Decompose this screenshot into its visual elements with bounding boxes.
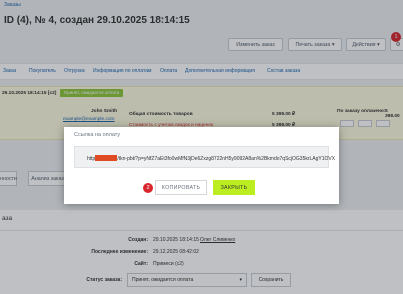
dialog-title: Ссылка на оплату [74, 132, 121, 138]
copy-button[interactable]: КОПИРОВАТЬ [155, 180, 207, 195]
close-button[interactable]: ЗАКРЫТЬ [213, 180, 255, 195]
payment-link-dialog: Ссылка на оплату http/tkn-pbt/?p=yNfZ7aE… [64, 127, 339, 204]
step-badge-2: 2 [143, 183, 153, 193]
payment-url-field[interactable]: http/tkn-pbt/?p=yNfZ7aEt3fo0wMfN3jDe6Zxz… [74, 146, 335, 168]
redacted-block [95, 155, 118, 161]
url-suffix: /tkn-pbt/?p=yNfZ7aEt3fo0wMfN3jDe6Zxzg872… [117, 156, 336, 162]
url-prefix: http [87, 156, 96, 162]
payment-url-text[interactable]: http/tkn-pbt/?p=yNfZ7aEt3fo0wMfN3jDe6Zxz… [87, 155, 335, 162]
